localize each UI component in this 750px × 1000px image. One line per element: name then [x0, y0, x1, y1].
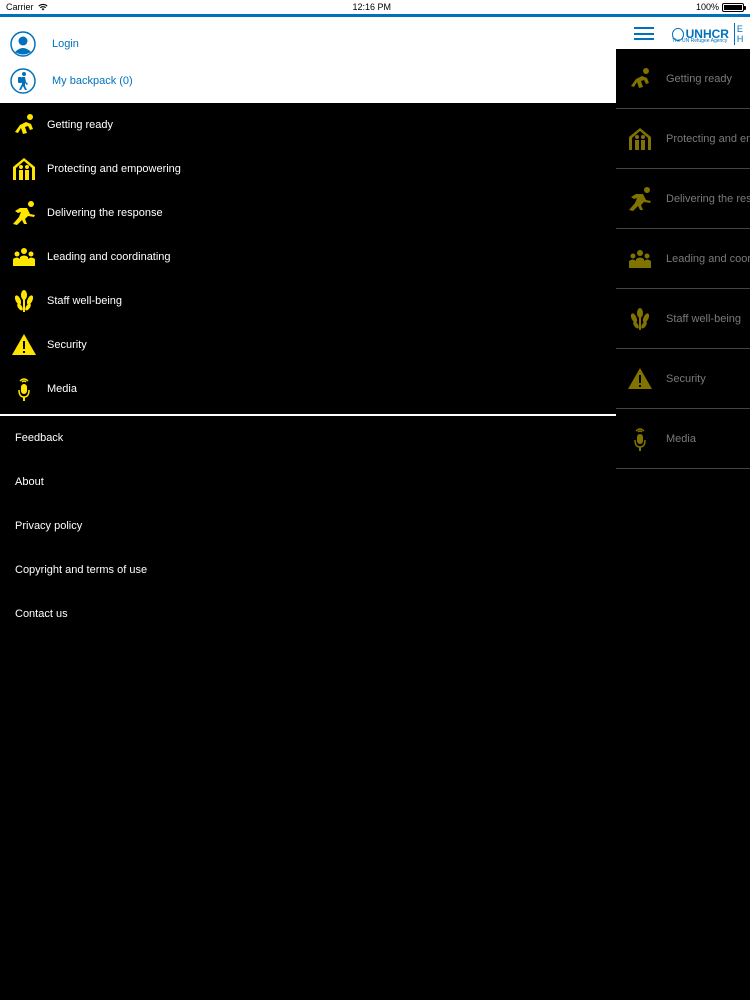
- menu-item-getting-ready[interactable]: Getting ready: [0, 103, 616, 147]
- status-bar: Carrier 12:16 PM 100%: [0, 0, 750, 14]
- battery-icon: [721, 2, 746, 12]
- battery-percent: 100%: [695, 2, 719, 12]
- group-icon: [626, 245, 654, 273]
- clock: 12:16 PM: [352, 2, 391, 12]
- menu-item-leading[interactable]: Leading and coordinating: [0, 235, 616, 279]
- link-contact-us[interactable]: Contact us: [0, 592, 616, 636]
- sprinting-person-icon: [11, 200, 37, 226]
- main-item-leading[interactable]: Leading and coor: [616, 229, 750, 289]
- microphone-icon: [626, 425, 654, 453]
- link-feedback[interactable]: Feedback: [0, 416, 616, 460]
- warning-icon: [11, 332, 37, 358]
- sheltered-family-icon: [626, 125, 654, 153]
- main-category-list: Getting ready Protecting and en Deliveri…: [616, 49, 750, 469]
- menu-item-delivering[interactable]: Delivering the response: [0, 191, 616, 235]
- account-section: Login My backpack (0): [0, 17, 616, 103]
- sprinting-person-icon: [626, 185, 654, 213]
- backpack-label: My backpack (0): [52, 74, 133, 87]
- wheat-icon: [626, 305, 654, 333]
- main-item-security[interactable]: Security: [616, 349, 750, 409]
- category-menu: Getting ready Protecting and empowering …: [0, 103, 616, 411]
- menu-item-media[interactable]: Media: [0, 367, 616, 411]
- hamburger-menu-icon[interactable]: [634, 27, 654, 40]
- info-links: Feedback About Privacy policy Copyright …: [0, 416, 616, 636]
- crouching-runner-icon: [626, 65, 654, 93]
- main-item-protecting[interactable]: Protecting and en: [616, 109, 750, 169]
- user-icon: [10, 30, 36, 57]
- unhcr-logo: UNHCR E H The UN Refugee Agency: [672, 23, 750, 45]
- logo-side-text: E H: [736, 24, 744, 44]
- main-item-getting-ready[interactable]: Getting ready: [616, 49, 750, 109]
- logo-subtext: The UN Refugee Agency: [672, 38, 728, 44]
- main-header: UNHCR E H The UN Refugee Agency: [616, 17, 750, 49]
- link-copyright-terms[interactable]: Copyright and terms of use: [0, 548, 616, 592]
- warning-icon: [626, 365, 654, 393]
- microphone-icon: [11, 376, 37, 402]
- login-row[interactable]: Login: [0, 25, 616, 62]
- crouching-runner-icon: [11, 112, 37, 138]
- backpacker-icon: [10, 67, 36, 94]
- navigation-drawer: Login My backpack (0) Getting ready Prot…: [0, 17, 616, 1000]
- main-item-media[interactable]: Media: [616, 409, 750, 469]
- main-item-delivering[interactable]: Delivering the res: [616, 169, 750, 229]
- main-item-wellbeing[interactable]: Staff well-being: [616, 289, 750, 349]
- backpack-row[interactable]: My backpack (0): [0, 62, 616, 99]
- group-icon: [11, 244, 37, 270]
- sheltered-family-icon: [11, 156, 37, 182]
- menu-item-wellbeing[interactable]: Staff well-being: [0, 279, 616, 323]
- link-privacy-policy[interactable]: Privacy policy: [0, 504, 616, 548]
- login-label: Login: [52, 37, 79, 50]
- link-about[interactable]: About: [0, 460, 616, 504]
- carrier-label: Carrier: [6, 2, 34, 12]
- menu-item-security[interactable]: Security: [0, 323, 616, 367]
- wifi-icon: [37, 4, 48, 11]
- wheat-icon: [11, 288, 37, 314]
- menu-item-protecting[interactable]: Protecting and empowering: [0, 147, 616, 191]
